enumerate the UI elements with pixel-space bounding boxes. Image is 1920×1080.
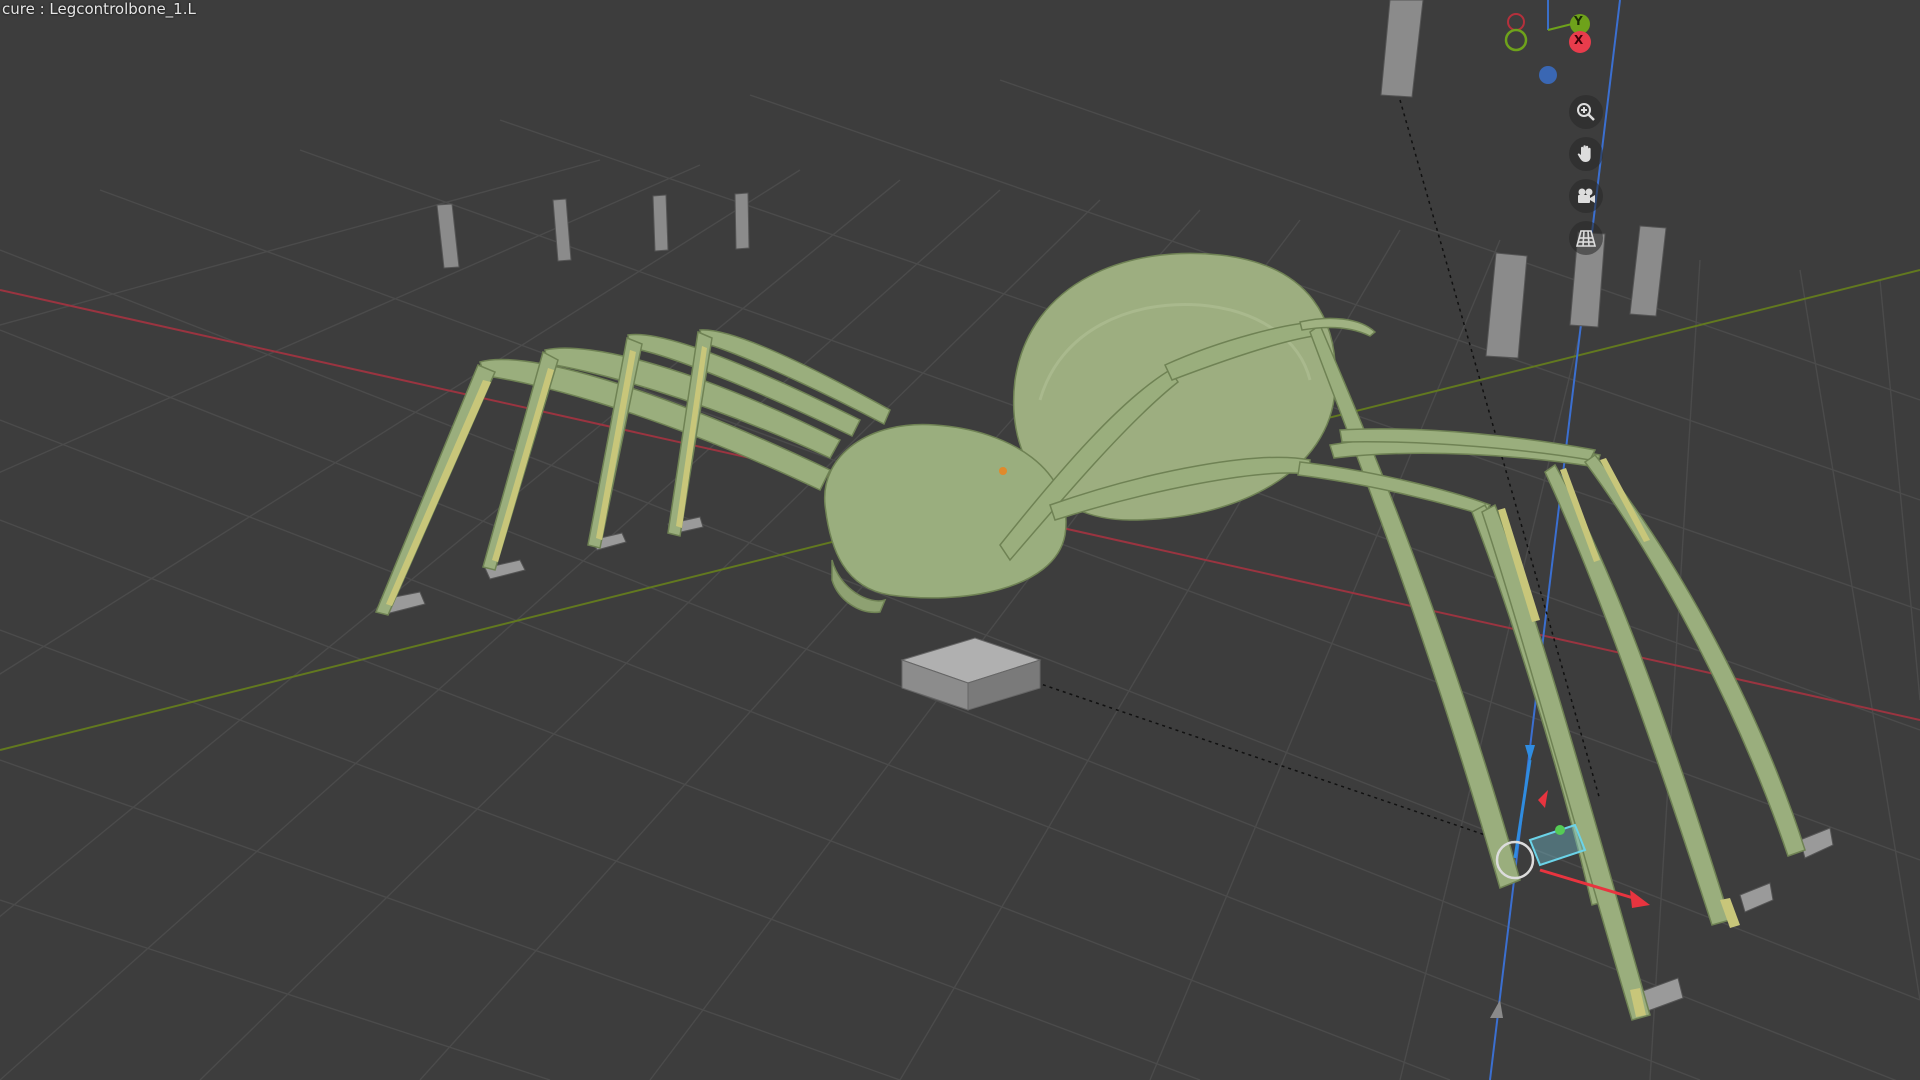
gizmo-y-label: Y <box>1574 14 1583 28</box>
perspective-grid-icon <box>1575 230 1597 247</box>
camera-view-button[interactable] <box>1569 179 1603 213</box>
spider-mesh[interactable] <box>374 252 1806 1021</box>
navigation-bar <box>1568 95 1604 255</box>
zoom-button[interactable] <box>1569 95 1603 129</box>
pan-button[interactable] <box>1569 137 1603 171</box>
perspective-toggle-button[interactable] <box>1569 221 1603 255</box>
camera-icon <box>1578 188 1595 203</box>
origin-point <box>999 467 1007 475</box>
pan-hand-icon <box>1577 145 1591 162</box>
gizmo-x-label: X <box>1574 33 1584 47</box>
viewport-header-text: cure : Legcontrolbone_1.L <box>2 0 196 18</box>
neg-x-axis-handle[interactable] <box>1507 13 1525 31</box>
neg-z-axis-handle[interactable] <box>1539 66 1557 84</box>
3d-viewport[interactable]: cure : Legcontrolbone_1.L Y X <box>0 0 1920 1080</box>
scene-canvas[interactable] <box>0 0 1920 1080</box>
zoom-icon <box>1577 103 1595 121</box>
relationship-line-2 <box>969 659 1501 841</box>
neg-y-axis-handle[interactable] <box>1504 28 1528 52</box>
